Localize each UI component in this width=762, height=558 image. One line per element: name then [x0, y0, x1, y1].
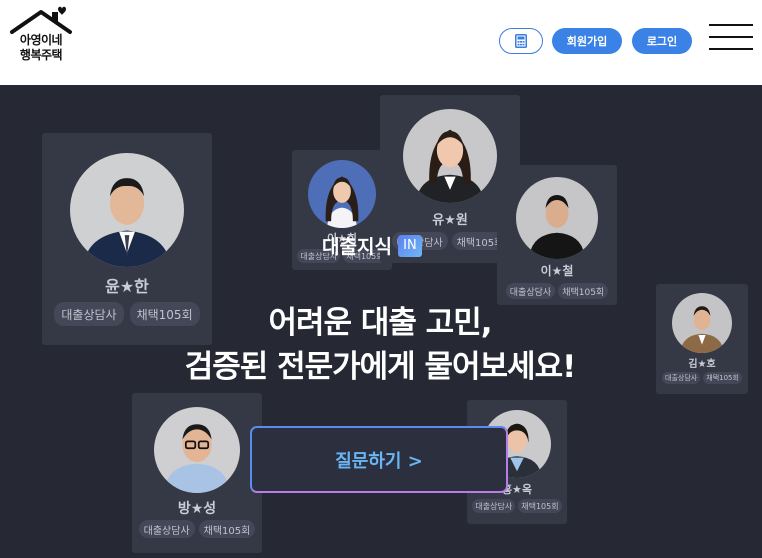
- signup-button[interactable]: 회원가입: [552, 28, 622, 54]
- hero-headline-line1: 어려운 대출 고민,: [268, 305, 492, 341]
- hamburger-menu-icon[interactable]: [709, 22, 753, 52]
- hero-headline-line2: 검증된 전문가에게 물어보세요!: [184, 349, 576, 385]
- hero-overlay: 대출지식 IN 어려운 대출 고민, 검증된 전문가에게 물어보세요! 질문하기…: [0, 85, 762, 558]
- in-badge: IN: [397, 234, 422, 257]
- logo-text-line2: 행복주택: [19, 48, 63, 62]
- hero-section: 윤★한 대출상담사 채택105회 이★희 대출상담사 채택105회 유★원 대출…: [0, 85, 762, 558]
- calculator-icon: [515, 34, 527, 48]
- logo-text-line1: 아영이네: [19, 33, 63, 47]
- calculator-button[interactable]: [499, 28, 543, 54]
- login-button[interactable]: 로그인: [632, 28, 692, 54]
- top-header: 아영이네 행복주택 회원가입 로그인: [0, 0, 762, 85]
- kicker-text: 대출지식: [322, 236, 392, 258]
- ask-question-button[interactable]: 질문하기 >: [250, 426, 508, 493]
- service-kicker: 대출지식 IN: [322, 232, 422, 259]
- site-logo[interactable]: 아영이네 행복주택: [8, 6, 74, 68]
